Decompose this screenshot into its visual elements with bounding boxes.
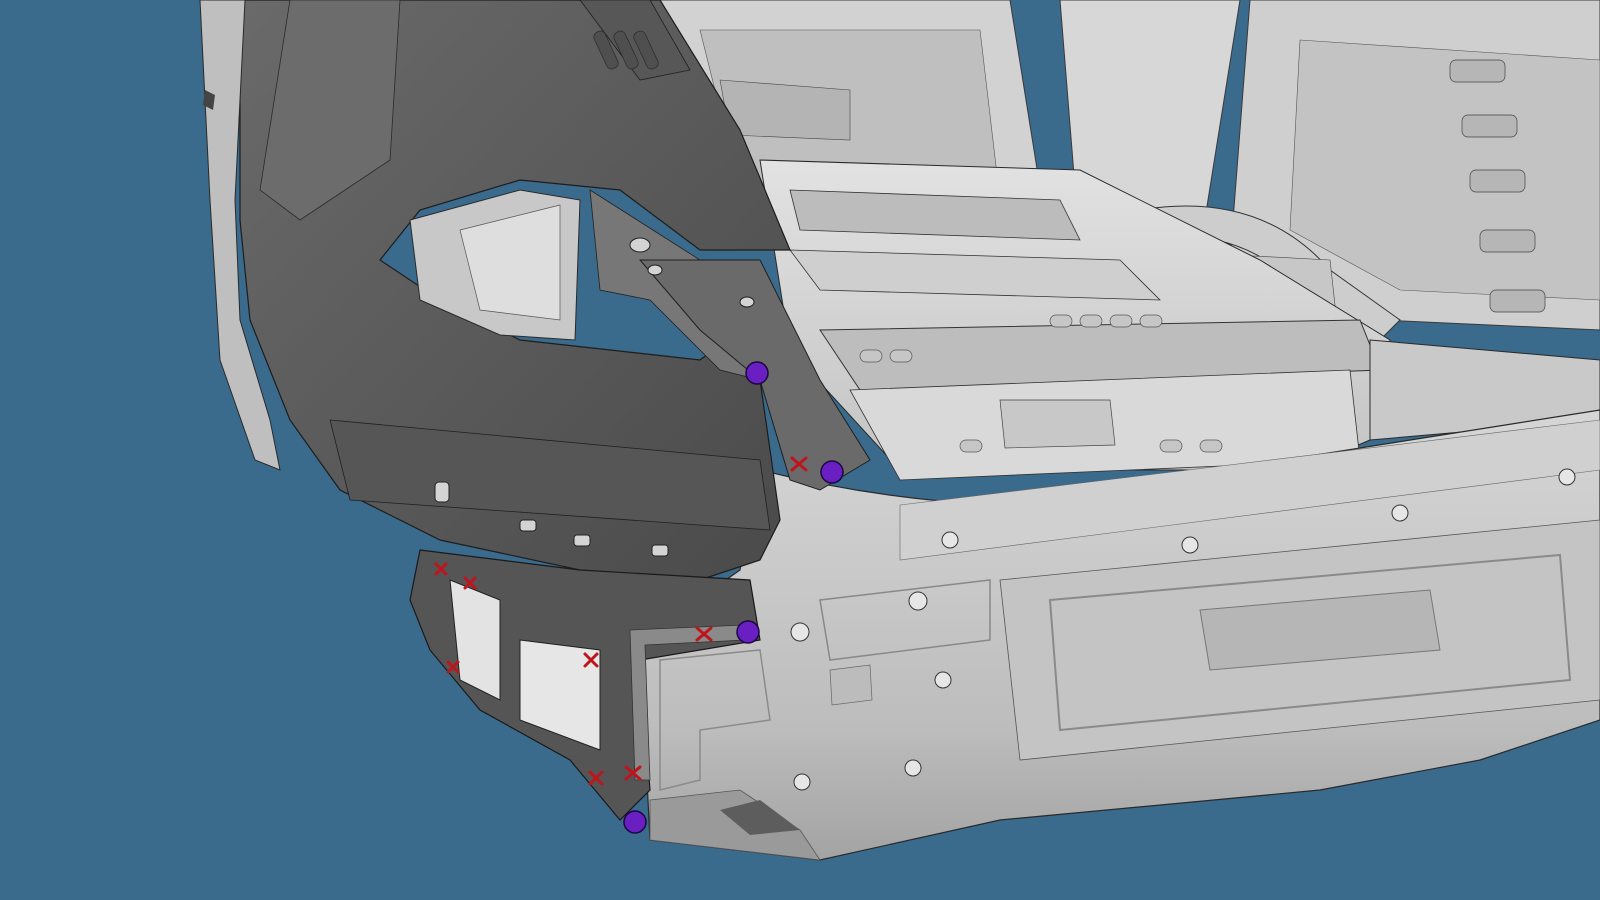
locator-pin-1[interactable] [745,361,769,385]
cad-3d-viewport[interactable] [0,0,1600,900]
locator-pin-2[interactable] [820,460,844,484]
locator-pin-3[interactable] [736,620,760,644]
cad-model-canvas[interactable] [0,0,1600,900]
rear-end-panel [639,409,1600,861]
locator-pin-4[interactable] [623,810,647,834]
